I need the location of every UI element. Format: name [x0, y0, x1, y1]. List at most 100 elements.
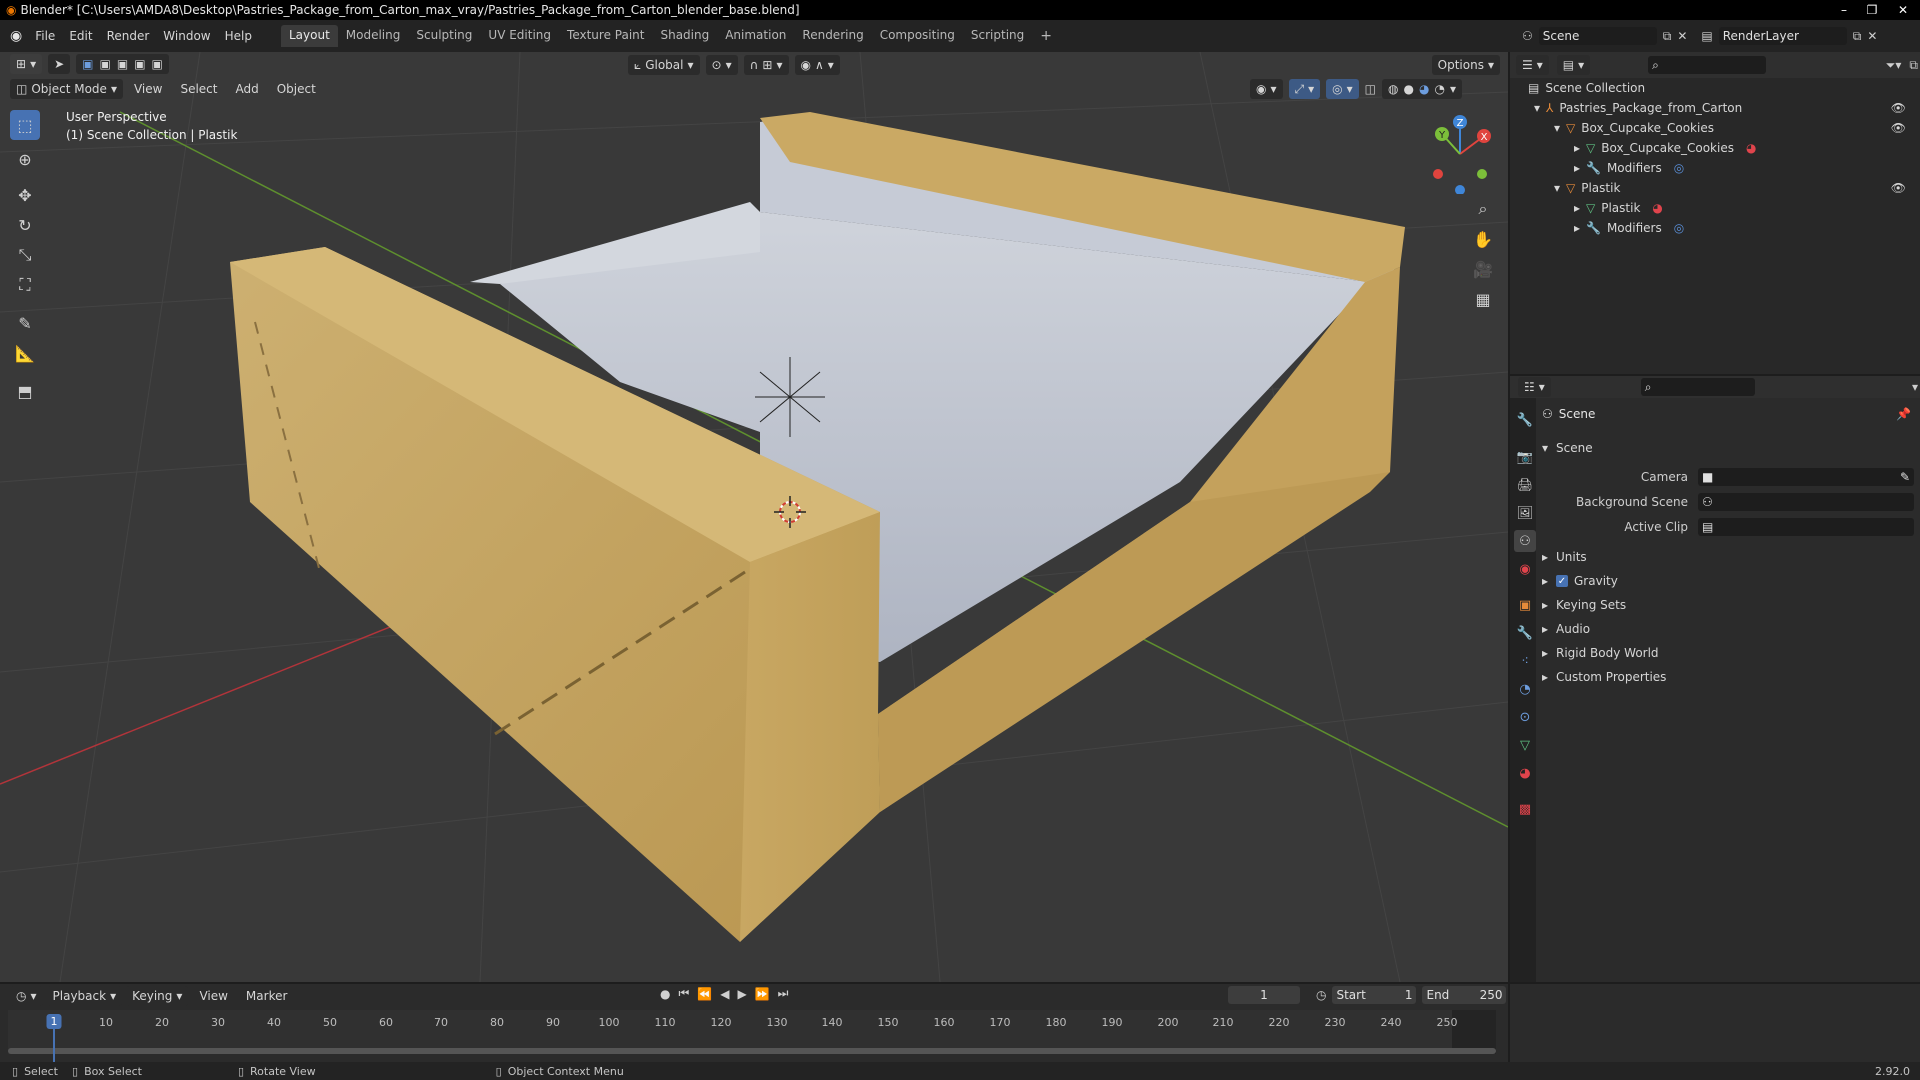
zoom-button[interactable]: ⌕ — [1468, 194, 1498, 224]
shading-modes[interactable]: ◍ ● ◕ ◔ ▾ — [1382, 79, 1462, 99]
select-extend-icon[interactable]: ▣ — [100, 57, 111, 71]
gizmo-toggle[interactable]: ⤢ ▾ — [1288, 79, 1321, 99]
timeline-editor-type[interactable]: ◷ ▾ — [10, 986, 43, 1006]
tab-modeling[interactable]: Modeling — [338, 25, 409, 47]
preview-range-icon[interactable]: ◷ — [1316, 988, 1326, 1002]
physics-tab-icon[interactable]: ◔ — [1514, 678, 1536, 700]
orientation-dropdown[interactable]: ⟀ Global ▾ — [628, 55, 700, 75]
timeline-scrollbar[interactable] — [8, 1048, 1496, 1054]
object-tab-icon[interactable]: ▣ — [1514, 594, 1536, 616]
viewport-menu-add[interactable]: Add — [228, 82, 265, 96]
cursor-tool[interactable]: ⊕ — [10, 144, 40, 174]
select-box-tool[interactable]: ⬚ — [10, 110, 40, 140]
outliner-item[interactable]: ▸ 🔧 Modifiers ◎ — [1510, 218, 1920, 238]
scale-tool[interactable]: ⤡ — [10, 240, 40, 270]
camera-view-button[interactable]: 🎥 — [1468, 254, 1498, 284]
tab-shading[interactable]: Shading — [652, 25, 717, 47]
properties-search-input[interactable]: ⌕ — [1640, 378, 1755, 396]
modifier-tab-icon[interactable]: 🔧 — [1514, 622, 1536, 644]
delete-scene-icon[interactable]: ✕ — [1677, 29, 1687, 43]
record-icon[interactable]: ● — [660, 987, 670, 1001]
next-keyframe-icon[interactable]: ⏩ — [755, 987, 770, 1001]
tab-scripting[interactable]: Scripting — [963, 25, 1032, 47]
collapse-arrow-icon[interactable]: ▸ — [1574, 161, 1586, 175]
menu-render[interactable]: Render — [100, 29, 157, 43]
options-dropdown[interactable]: Options ▾ — [1431, 55, 1500, 75]
annotate-tool[interactable]: ✎ — [10, 308, 40, 338]
view-layer-selector[interactable]: RenderLayer — [1718, 27, 1847, 45]
pan-button[interactable]: ✋ — [1468, 224, 1498, 254]
visibility-dropdown[interactable]: ◉ ▾ — [1250, 79, 1283, 99]
select-intersect-icon[interactable]: ▣ — [152, 57, 163, 71]
particles-tab-icon[interactable]: ⁖ — [1514, 650, 1536, 672]
visibility-eye-icon[interactable]: 👁 — [1891, 101, 1906, 115]
timeline-view-menu[interactable]: View — [192, 989, 234, 1003]
pivot-dropdown[interactable]: ⊙ ▾ — [705, 55, 738, 75]
tool-tab-icon[interactable]: 🔧 — [1514, 409, 1536, 431]
constraints-tab-icon[interactable]: ⊙ — [1514, 706, 1536, 728]
outliner-root[interactable]: ▤ Scene Collection — [1510, 78, 1920, 98]
xray-toggle-icon[interactable]: ◫ — [1365, 82, 1376, 96]
end-frame-field[interactable]: End 250 — [1422, 986, 1507, 1004]
current-frame-field[interactable]: 1 — [1228, 986, 1300, 1004]
viewport-3d[interactable]: ⊞ ▾ ➤ ▣ ▣ ▣ ▣ ▣ ⟀ Global ▾ ⊙ ▾ ∩ ⊞ ▾ ◉ ∧ ▾ Optio… — [0, 52, 1508, 982]
view-layer-tab-icon[interactable]: 🖼 — [1514, 502, 1536, 524]
delete-view-layer-icon[interactable]: ✕ — [1867, 29, 1877, 43]
filter-icon[interactable]: ⏷▾ — [1886, 58, 1902, 73]
minimize-button[interactable]: – — [1830, 3, 1858, 17]
playhead[interactable] — [53, 1028, 55, 1062]
overlay-toggle[interactable]: ◎ ▾ — [1326, 79, 1359, 99]
texture-tab-icon[interactable]: ▩ — [1514, 798, 1536, 820]
scene-tab-icon[interactable]: ⚇ — [1514, 530, 1536, 552]
mesh-data-tab-icon[interactable]: ▽ — [1514, 734, 1536, 756]
output-tab-icon[interactable]: 🖨 — [1514, 474, 1536, 496]
solid-shading-icon[interactable]: ● — [1404, 82, 1414, 96]
axis-gizmo[interactable]: Z X Y — [1420, 114, 1500, 195]
menu-help[interactable]: Help — [218, 29, 259, 43]
tab-compositing[interactable]: Compositing — [872, 25, 963, 47]
move-tool[interactable]: ✥ — [10, 180, 40, 210]
tab-rendering[interactable]: Rendering — [794, 25, 871, 47]
ortho-toggle-button[interactable]: ▦ — [1468, 284, 1498, 314]
keying-sets-panel[interactable]: ▸ Keying Sets — [1542, 594, 1914, 616]
measure-tool[interactable]: 📐 — [10, 338, 40, 368]
menu-edit[interactable]: Edit — [62, 29, 99, 43]
viewport-menu-select[interactable]: Select — [173, 82, 224, 96]
new-view-layer-icon[interactable]: ⧉ — [1853, 29, 1862, 44]
editor-type-button[interactable]: ⊞ ▾ — [10, 54, 43, 74]
timeline-marker-menu[interactable]: Marker — [239, 989, 294, 1003]
tab-sculpting[interactable]: Sculpting — [408, 25, 480, 47]
background-scene-field[interactable]: ⚇ — [1698, 493, 1914, 511]
visibility-eye-icon[interactable]: 👁 — [1891, 121, 1906, 135]
units-panel[interactable]: ▸ Units — [1542, 546, 1914, 568]
navigation-gizmo[interactable]: Z X Y — [1420, 114, 1500, 195]
visibility-eye-icon[interactable]: 👁 — [1891, 181, 1906, 195]
prev-keyframe-icon[interactable]: ⏪ — [697, 987, 712, 1001]
jump-end-icon[interactable]: ⏭ — [778, 986, 789, 1001]
close-button[interactable]: ✕ — [1886, 3, 1920, 17]
collapse-arrow-icon[interactable]: ▸ — [1574, 201, 1586, 215]
select-invert-icon[interactable]: ▣ — [134, 57, 145, 71]
start-frame-field[interactable]: Start 1 — [1332, 986, 1417, 1004]
tab-animation[interactable]: Animation — [717, 25, 794, 47]
mode-dropdown[interactable]: ◫ Object Mode ▾ — [10, 79, 123, 99]
expand-arrow-icon[interactable]: ▾ — [1554, 121, 1566, 135]
viewport-menu-view[interactable]: View — [127, 82, 169, 96]
rendered-shading-icon[interactable]: ◔ — [1434, 82, 1444, 96]
jump-start-icon[interactable]: ⏮ — [678, 986, 689, 1001]
material-tab-icon[interactable]: ◕ — [1514, 762, 1536, 784]
gravity-panel[interactable]: ▸ ✓ Gravity — [1542, 570, 1914, 592]
gravity-checkbox[interactable]: ✓ — [1556, 575, 1568, 587]
pin-icon[interactable]: 📌 — [1896, 407, 1911, 421]
tab-layout[interactable]: Layout — [280, 25, 338, 47]
outliner-item[interactable]: ▾ ▽ Plastik 👁 — [1510, 178, 1920, 198]
select-new-icon[interactable]: ▣ — [82, 57, 93, 71]
outliner-editor-type[interactable]: ☰ ▾ — [1516, 55, 1549, 75]
new-scene-icon[interactable]: ⧉ — [1663, 29, 1672, 44]
transform-tool[interactable]: ⛶ — [10, 270, 40, 300]
add-cube-tool[interactable]: ⬒ — [10, 376, 40, 406]
tab-uv-editing[interactable]: UV Editing — [480, 25, 559, 47]
proportional-edit-toggle[interactable]: ◉ ∧ ▾ — [794, 55, 840, 75]
custom-properties-panel[interactable]: ▸ Custom Properties — [1542, 666, 1914, 688]
outliner-item[interactable]: ▾ ▽ Box_Cupcake_Cookies 👁 — [1510, 118, 1920, 138]
